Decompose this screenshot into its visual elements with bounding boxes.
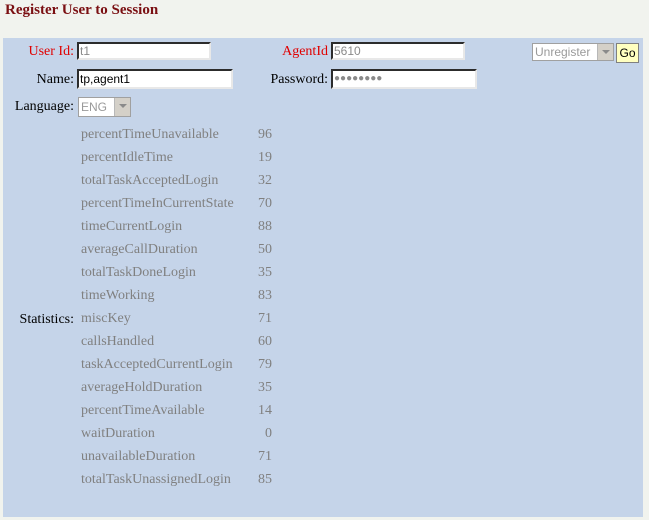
- stat-name: totalTaskDoneLogin: [81, 265, 196, 280]
- language-select[interactable]: ENG: [78, 97, 131, 117]
- chevron-down-icon[interactable]: [114, 98, 130, 116]
- stat-name: percentTimeAvailable: [81, 403, 205, 418]
- stat-value: 79: [258, 357, 272, 372]
- stat-name: averageCallDuration: [81, 242, 198, 257]
- stat-name: averageHoldDuration: [81, 380, 203, 395]
- stat-value: 32: [258, 173, 272, 188]
- stat-name: taskAcceptedCurrentLogin: [81, 357, 233, 372]
- stat-name: unavailableDuration: [81, 449, 196, 464]
- stat-value: 70: [258, 196, 272, 211]
- page-title: Register User to Session: [5, 2, 159, 18]
- stat-name: timeCurrentLogin: [81, 219, 183, 234]
- statistics-label: Statistics:: [19, 312, 74, 327]
- agent-id-label: AgentId: [282, 44, 328, 59]
- language-label: Language:: [14, 99, 74, 114]
- stat-value: 96: [258, 127, 272, 142]
- name-input[interactable]: [77, 69, 233, 89]
- action-select[interactable]: Unregister: [532, 43, 614, 61]
- stat-name: totalTaskUnassignedLogin: [81, 472, 231, 487]
- stat-value: 35: [258, 380, 272, 395]
- action-select-value: Unregister: [535, 45, 591, 59]
- stat-value: 19: [258, 150, 272, 165]
- go-button[interactable]: Go: [616, 43, 639, 63]
- stat-value: 71: [258, 311, 272, 326]
- agent-id-input[interactable]: [331, 42, 465, 60]
- stat-value: 35: [258, 265, 272, 280]
- stat-value: 83: [258, 288, 272, 303]
- password-label: Password:: [270, 72, 328, 87]
- user-id-input[interactable]: [77, 42, 211, 60]
- chevron-down-icon[interactable]: [597, 44, 613, 60]
- stat-name: percentIdleTime: [81, 150, 174, 165]
- stat-value: 71: [258, 449, 272, 464]
- language-select-value: ENG: [81, 100, 108, 114]
- stat-value: 0: [265, 426, 272, 441]
- stat-name: totalTaskAcceptedLogin: [81, 173, 219, 188]
- stat-value: 14: [258, 403, 272, 418]
- stat-name: miscKey: [81, 311, 131, 326]
- user-id-label: User Id:: [28, 44, 75, 59]
- stat-value: 85: [258, 472, 272, 487]
- stat-name: callsHandled: [81, 334, 155, 349]
- stat-value: 50: [258, 242, 272, 257]
- stat-name: timeWorking: [81, 288, 155, 303]
- stat-name: percentTimeInCurrentState: [81, 196, 234, 211]
- stat-value: 60: [258, 334, 272, 349]
- stat-name: waitDuration: [81, 426, 155, 441]
- stat-value: 88: [258, 219, 272, 234]
- stat-name: percentTimeUnavailable: [81, 127, 219, 142]
- password-input[interactable]: ●●●●●●●●: [331, 69, 477, 89]
- name-label: Name:: [36, 72, 74, 87]
